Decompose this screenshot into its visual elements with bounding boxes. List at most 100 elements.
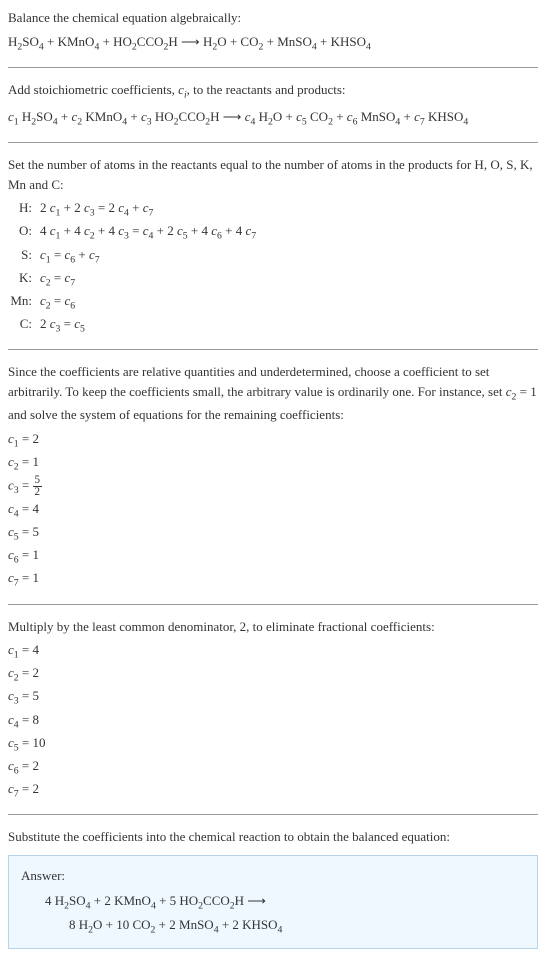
- answer-label: Answer:: [21, 866, 525, 886]
- arrow-icon: ⟶: [247, 893, 266, 908]
- eq-part: H: [255, 109, 268, 124]
- intro-text: Multiply by the least common denominator…: [8, 617, 538, 637]
- eq-part: +: [127, 109, 141, 124]
- coeff-line: c4 = 8: [8, 710, 538, 733]
- intro-text: Since the coefficients are relative quan…: [8, 362, 538, 424]
- intro-text: Substitute the coefficients into the che…: [8, 827, 538, 847]
- atom-equation: c2 = c7: [40, 268, 538, 291]
- eq-part: CCO: [203, 893, 230, 908]
- divider: [8, 349, 538, 350]
- coeff-line: c4 = 4: [8, 499, 538, 522]
- coeff-line: c2 = 2: [8, 663, 538, 686]
- divider: [8, 814, 538, 815]
- eq-part: CO: [307, 109, 328, 124]
- intro-text: Set the number of atoms in the reactants…: [8, 155, 538, 194]
- divider: [8, 67, 538, 68]
- coeff-line: c6 = 1: [8, 545, 538, 568]
- atom-row-mn: Mn: c2 = c6: [8, 291, 538, 314]
- atom-row-k: K: c2 = c7: [8, 268, 538, 291]
- arrow-icon: ⟶: [223, 109, 242, 124]
- eq-part: H: [168, 34, 181, 49]
- atom-row-s: S: c1 = c6 + c7: [8, 245, 538, 268]
- text-part: Since the coefficients are relative quan…: [8, 364, 506, 399]
- eq-sub: 4: [366, 41, 371, 52]
- eq-part: + KMnO: [44, 34, 95, 49]
- text-part: Add stoichiometric coefficients,: [8, 82, 178, 97]
- eq-part: + HO: [99, 34, 132, 49]
- coeff-line: c1 = 2: [8, 429, 538, 452]
- eq-part: CCO: [179, 109, 206, 124]
- atom-label: H:: [8, 198, 40, 221]
- eq-part: + 2 KMnO: [91, 893, 151, 908]
- eq-part: SO: [69, 893, 86, 908]
- eq-part: H: [19, 109, 32, 124]
- eq-part: H: [8, 34, 17, 49]
- eq-part: 8 H: [69, 917, 88, 932]
- eq-part: O +: [273, 109, 296, 124]
- eq-part: H: [210, 109, 223, 124]
- eq-part: CCO: [137, 34, 164, 49]
- coeff-line: c6 = 2: [8, 756, 538, 779]
- intro-text: Add stoichiometric coefficients, ci, to …: [8, 80, 538, 103]
- eq-part: H: [235, 893, 248, 908]
- text-part: , to the reactants and products:: [187, 82, 346, 97]
- atom-equation: 2 c3 = c5: [40, 314, 538, 337]
- eq-part: + 2 MnSO: [155, 917, 213, 932]
- atom-label: C:: [8, 314, 40, 337]
- section-multiply-lcd: Multiply by the least common denominator…: [8, 617, 538, 803]
- answer-equation-line1: 4 H2SO4 + 2 KMnO4 + 5 HO2CCO2H ⟶: [21, 891, 525, 914]
- answer-equation-line2: 8 H2O + 10 CO2 + 2 MnSO4 + 2 KHSO4: [21, 915, 525, 938]
- section-atom-equations: Set the number of atoms in the reactants…: [8, 155, 538, 337]
- eq-part: HO: [152, 109, 174, 124]
- eq-part: +: [58, 109, 72, 124]
- divider: [8, 142, 538, 143]
- equation-unbalanced: H2SO4 + KMnO4 + HO2CCO2H ⟶ H2O + CO2 + M…: [8, 32, 538, 55]
- coefficients-list-1: c1 = 2 c2 = 1 c3 = 52 c4 = 4 c5 = 5 c6 =…: [8, 429, 538, 592]
- coeff-line: c7 = 2: [8, 779, 538, 802]
- eq-part: + 2 KHSO: [219, 917, 278, 932]
- eq-part: SO: [22, 34, 39, 49]
- coeff-line: c7 = 1: [8, 568, 538, 591]
- atom-equation: c2 = c6: [40, 291, 538, 314]
- atom-label: S:: [8, 245, 40, 268]
- atom-label: Mn:: [8, 291, 40, 314]
- atom-equation: 4 c1 + 4 c2 + 4 c3 = c4 + 2 c5 + 4 c6 + …: [40, 221, 538, 244]
- atom-row-c: C: 2 c3 = c5: [8, 314, 538, 337]
- atom-label: O:: [8, 221, 40, 244]
- section-balance-intro: Balance the chemical equation algebraica…: [8, 8, 538, 55]
- atom-row-o: O: 4 c1 + 4 c2 + 4 c3 = c4 + 2 c5 + 4 c6…: [8, 221, 538, 244]
- eq-part: O + CO: [217, 34, 258, 49]
- eq-part: +: [400, 109, 414, 124]
- eq-part: H: [200, 34, 213, 49]
- coeff-line: c3 = 52: [8, 475, 538, 499]
- fraction: 52: [33, 475, 43, 498]
- coeff-line: c1 = 4: [8, 640, 538, 663]
- coefficients-list-2: c1 = 4 c2 = 2 c3 = 5 c4 = 8 c5 = 10 c6 =…: [8, 640, 538, 802]
- eq-part: + KHSO: [317, 34, 366, 49]
- coeff-line: c5 = 10: [8, 733, 538, 756]
- divider: [8, 604, 538, 605]
- atom-label: K:: [8, 268, 40, 291]
- eq-part: MnSO: [357, 109, 395, 124]
- eq-sub: 4: [278, 924, 283, 935]
- eq-part: KHSO: [425, 109, 464, 124]
- eq-part: O + 10 CO: [93, 917, 151, 932]
- atoms-table: H: 2 c1 + 2 c3 = 2 c4 + c7 O: 4 c1 + 4 c…: [8, 198, 538, 337]
- coeff-line: c3 = 5: [8, 686, 538, 709]
- eq-part: + 5 HO: [156, 893, 198, 908]
- eq-part: KMnO: [82, 109, 122, 124]
- answer-box: Answer: 4 H2SO4 + 2 KMnO4 + 5 HO2CCO2H ⟶…: [8, 855, 538, 949]
- section-coefficients-intro: Add stoichiometric coefficients, ci, to …: [8, 80, 538, 130]
- atom-row-h: H: 2 c1 + 2 c3 = 2 c4 + c7: [8, 198, 538, 221]
- coeff-line: c5 = 5: [8, 522, 538, 545]
- intro-text: Balance the chemical equation algebraica…: [8, 8, 538, 28]
- eq-part: + MnSO: [263, 34, 312, 49]
- eq-part: 4 H: [45, 893, 64, 908]
- section-final-answer: Substitute the coefficients into the che…: [8, 827, 538, 948]
- eq-sub: 4: [463, 117, 468, 128]
- equation-with-coefficients: c1 H2SO4 + c2 KMnO4 + c3 HO2CCO2H ⟶ c4 H…: [8, 107, 538, 130]
- section-solve-coefficients: Since the coefficients are relative quan…: [8, 362, 538, 591]
- eq-part: +: [333, 109, 347, 124]
- arrow-icon: ⟶: [181, 34, 200, 49]
- atom-equation: c1 = c6 + c7: [40, 245, 538, 268]
